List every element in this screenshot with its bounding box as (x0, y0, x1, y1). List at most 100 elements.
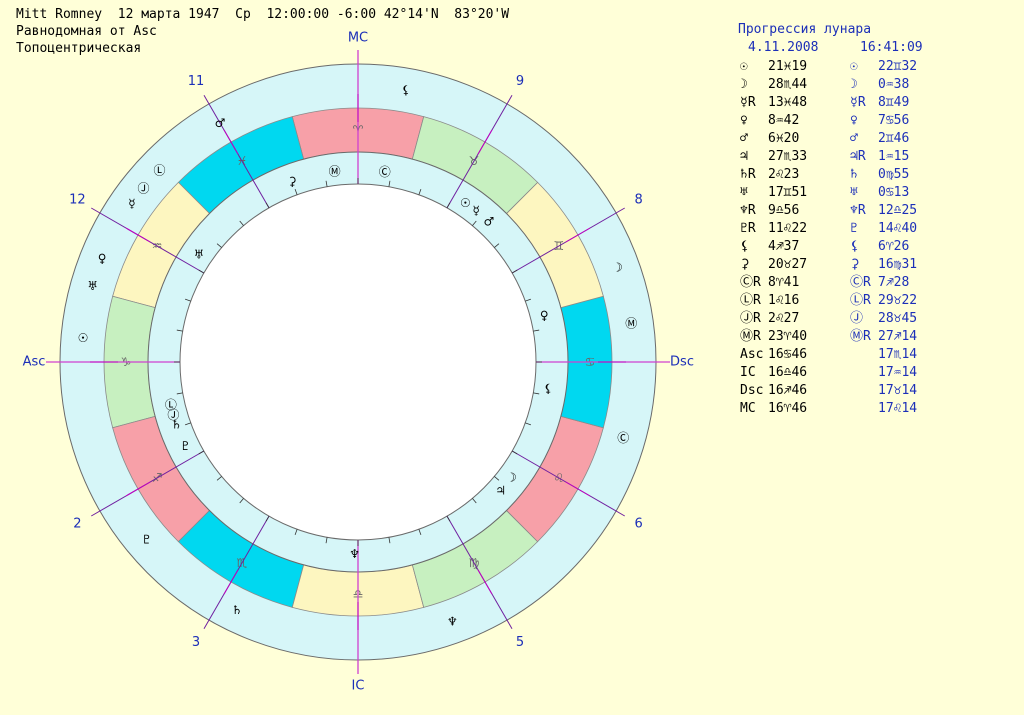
inner-planet-glyph: ☽ (506, 471, 517, 485)
progressed-planet-glyph: ♄ (850, 167, 858, 182)
position-row: ⒸR 8♈41 ⒸR 7♐28 (718, 274, 1018, 292)
house-label: 12 (69, 193, 86, 208)
natal-wheel: ♈♓♒♑♐♏♎♍♌♋♊♉Asc23IC56Dsc89MC1112⚸☽ⓂⒸ♆♄♇♀… (23, 31, 694, 694)
natal-position: 16♐46 (768, 383, 808, 398)
natal-position: 8♒42 (768, 113, 800, 128)
house-label: 6 (634, 517, 642, 532)
natal-planet-glyph: ♂ (740, 131, 748, 146)
inner-planet-glyph: ♆ (349, 547, 360, 561)
inner-planet-glyph: ♂ (484, 215, 495, 229)
natal-planet-glyph: ♇R (740, 221, 756, 236)
outer-planet-glyph: ☿ (128, 197, 135, 211)
progressed-planet-glyph: ⚸ (850, 239, 860, 254)
natal-position: 17♊51 (768, 185, 808, 200)
natal-position: 16♈46 (768, 401, 808, 416)
natal-planet-glyph: ♆R (740, 203, 756, 218)
position-row: ⒿR 2♌27 Ⓙ 28♉45 (718, 310, 1018, 328)
natal-position: 16♎46 (768, 365, 808, 380)
progressed-planet-glyph: ♇ (850, 221, 858, 236)
position-row: ☿R 13♓48 ☿R 8♊49 (718, 94, 1018, 112)
outer-planet-glyph: ⚸ (402, 83, 411, 97)
progressed-planet-glyph: ⓂR (850, 329, 871, 344)
natal-position: 4♐37 (768, 239, 800, 254)
progressed-position: 12♎25 (878, 203, 918, 218)
natal-planet-glyph: ☿R (740, 95, 756, 110)
progressed-planet-glyph: ⚳ (850, 257, 860, 272)
position-row: Dsc 16♐46 17♉14 (718, 382, 1018, 400)
position-row: ♂ 6♓20 ♂ 2♊46 (718, 130, 1018, 148)
progressed-position: 17♌14 (878, 401, 918, 416)
position-row: ⚸ 4♐37 ⚸ 6♈26 (718, 238, 1018, 256)
outer-planet-glyph: Ⓜ (625, 317, 637, 331)
inner-planet-glyph: ⚳ (288, 175, 297, 189)
position-row: ☉ 21♓19 ☉ 22♊32 (718, 58, 1018, 76)
progressed-planet-glyph: ☉ (850, 59, 858, 74)
natal-position: 8♈41 (768, 275, 800, 290)
inner-planet-glyph: ♇ (180, 439, 191, 453)
position-row: ♅ 17♊51 ♅ 0♋13 (718, 184, 1018, 202)
natal-planet-glyph: ⓂR (740, 329, 761, 344)
natal-position: 2♌27 (768, 311, 800, 326)
natal-position: 16♋46 (768, 347, 808, 362)
inner-planet-glyph: ♅ (193, 248, 204, 262)
progressed-position: 17♉14 (878, 383, 918, 398)
natal-planet-glyph: Dsc (740, 383, 764, 398)
natal-planet-glyph: ⒸR (740, 275, 761, 290)
natal-planet-glyph: ♄R (740, 167, 756, 182)
outer-planet-glyph: ♂ (215, 116, 226, 130)
natal-planet-glyph: Asc (740, 347, 764, 362)
house-label: Asc (23, 355, 46, 370)
house-label: 5 (516, 635, 524, 650)
position-row: ♆R 9♎56 ♆R 12♎25 (718, 202, 1018, 220)
progressed-position: 2♊46 (878, 131, 910, 146)
progressed-planet-glyph: ♀ (850, 113, 858, 128)
inner-planet-glyph: ⚸ (544, 382, 553, 396)
progressed-planet-glyph: ♆R (850, 203, 866, 218)
progressed-position: 0♒38 (878, 77, 910, 92)
natal-planet-glyph: ☽ (740, 77, 748, 92)
house-label: IC (352, 679, 365, 694)
progressed-position: 1♒15 (878, 149, 910, 164)
house-label: Dsc (670, 355, 694, 370)
outer-planet-glyph: Ⓙ (137, 181, 149, 195)
natal-planet-glyph: ⒿR (740, 311, 761, 326)
house-label: MC (348, 31, 368, 46)
position-row: Asc 16♋46 17♏14 (718, 346, 1018, 364)
position-row: IC 16♎46 17♒14 (718, 364, 1018, 382)
progressed-position: 27♐14 (878, 329, 918, 344)
outer-planet-glyph: ☽ (612, 261, 623, 275)
position-row: ⓂR 23♈40 ⓂR 27♐14 (718, 328, 1018, 346)
position-row: ☽ 28♏44 ☽ 0♒38 (718, 76, 1018, 94)
inner-planet-glyph: ♀ (540, 309, 549, 323)
natal-planet-glyph: ⚳ (740, 257, 750, 272)
house-label: 11 (188, 74, 205, 89)
progressed-position: 7♋56 (878, 113, 910, 128)
natal-position: 28♏44 (768, 77, 808, 92)
outer-planet-glyph: ♀ (98, 252, 107, 266)
natal-planet-glyph: IC (740, 365, 756, 380)
progressed-position: 16♍31 (878, 257, 918, 272)
outer-planet-glyph: Ⓒ (617, 431, 629, 445)
outer-planet-glyph: Ⓛ (153, 163, 165, 177)
progressed-position: 17♒14 (878, 365, 918, 380)
natal-position: 1♌16 (768, 293, 800, 308)
progressed-planet-glyph: ☿R (850, 95, 866, 110)
inner-planet-glyph: ☉ (460, 196, 471, 210)
outer-planet-glyph: ♅ (87, 279, 98, 293)
natal-position: 21♓19 (768, 59, 808, 74)
natal-planet-glyph: MC (740, 401, 756, 416)
progressed-planet-glyph: ♅ (850, 185, 858, 200)
natal-position: 2♌23 (768, 167, 800, 182)
progression-date: 4.11.2008 (748, 40, 819, 55)
progressed-position: 6♈26 (878, 239, 910, 254)
house-label: 9 (516, 74, 524, 89)
progressed-position: 29♉22 (878, 293, 918, 308)
progressed-planet-glyph: ♂ (850, 131, 858, 146)
progressed-position: 28♉45 (878, 311, 918, 326)
inner-planet-glyph: Ⓛ (165, 398, 177, 412)
progressed-position: 0♍55 (878, 167, 910, 182)
inner-planet-glyph: ♃ (495, 483, 506, 497)
natal-position: 20♉27 (768, 257, 808, 272)
progressed-position: 14♌40 (878, 221, 918, 236)
position-row: ⓁR 1♌16 ⓁR 29♉22 (718, 292, 1018, 310)
